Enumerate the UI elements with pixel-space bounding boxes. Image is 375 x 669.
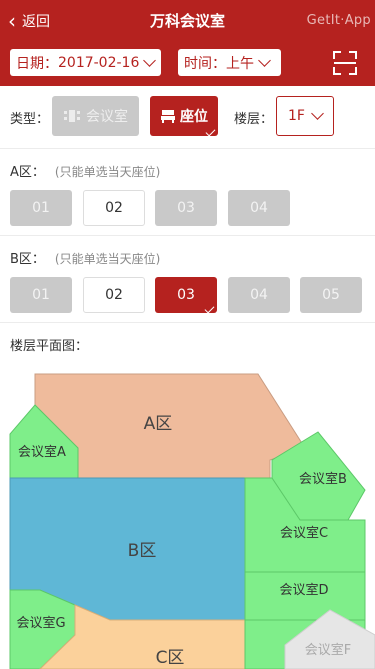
seat-icon — [161, 110, 175, 123]
seat-label: 01 — [32, 287, 50, 303]
zone-b-section: B区： (只能单选当天座位) 01 02 03 04 05 — [0, 236, 375, 322]
check-icon — [205, 126, 216, 137]
watermark-text: GetIt·App — [306, 13, 371, 28]
seat-label: 01 — [32, 200, 50, 216]
seat-b-03[interactable]: 03 — [155, 277, 217, 314]
area-room-a-label: 会议室A — [18, 444, 66, 460]
seat-label: 03 — [177, 287, 195, 303]
area-room-d-label: 会议室D — [279, 582, 328, 598]
area-room-b-label: 会议室B — [299, 471, 347, 487]
floor-label: 楼层： — [234, 112, 274, 127]
divider — [0, 322, 375, 323]
type-option-seat[interactable]: 座位 — [150, 96, 218, 137]
floor-plan-title: 楼层平面图： — [10, 339, 89, 354]
filter-bar: 日期： 2017-02-16 时间： 上午 — [0, 42, 375, 86]
conference-icon — [64, 110, 80, 122]
area-a-zone-label: A区 — [144, 414, 173, 434]
seat-a-04: 04 — [228, 190, 290, 226]
type-option-conference-label: 会议室 — [86, 109, 128, 125]
seat-b-02[interactable]: 02 — [83, 277, 145, 313]
zone-a-hint: (只能单选当天座位) — [54, 165, 161, 179]
zone-b-name: B区： — [10, 252, 45, 267]
seat-label: 04 — [250, 200, 268, 216]
check-icon — [204, 303, 215, 314]
seat-a-03: 03 — [155, 190, 217, 226]
area-c-zone-label: C区 — [156, 648, 185, 668]
seat-a-01: 01 — [10, 190, 72, 226]
date-label: 日期： — [16, 55, 58, 72]
chevron-down-icon — [143, 53, 157, 67]
area-room-f-label: 会议室F — [305, 642, 351, 658]
floor-plan-map: A区 会议室A 会议室B B区 会议室C 会议室D 会议室G C区 会议室F — [9, 373, 375, 669]
floor-value: 1F — [288, 108, 305, 124]
seat-label: 02 — [105, 200, 123, 216]
seat-b-01: 01 — [10, 277, 72, 313]
seat-label: 04 — [250, 287, 268, 303]
time-label: 时间： — [184, 55, 226, 72]
zone-b-hint: (只能单选当天座位) — [54, 252, 161, 266]
area-room-g-label: 会议室G — [16, 615, 65, 631]
scan-icon[interactable] — [333, 51, 357, 75]
seat-label: 05 — [322, 287, 340, 303]
zone-b-header: B区： (只能单选当天座位) — [10, 248, 160, 267]
date-picker[interactable]: 日期： 2017-02-16 — [10, 49, 161, 76]
seat-label: 02 — [105, 287, 123, 303]
seat-b-05: 05 — [300, 277, 362, 313]
time-picker[interactable]: 时间： 上午 — [178, 49, 281, 76]
type-option-seat-label: 座位 — [180, 109, 208, 125]
area-room-c-label: 会议室C — [280, 525, 328, 541]
type-row: 类型： 会议室 座位 楼层： 1F — [0, 86, 375, 148]
area-b-zone-label: B区 — [128, 541, 157, 561]
header-bar: ‹ 返回 万科会议室 GetIt·App — [0, 0, 375, 42]
date-value: 2017-02-16 — [58, 54, 140, 71]
type-option-conference[interactable]: 会议室 — [52, 96, 139, 136]
seat-b-04: 04 — [228, 277, 290, 313]
seat-a-02[interactable]: 02 — [83, 190, 145, 226]
chevron-down-icon — [258, 53, 271, 67]
seat-label: 03 — [177, 200, 195, 216]
floor-select[interactable]: 1F — [276, 96, 334, 136]
chevron-down-icon — [311, 107, 324, 120]
zone-a-header: A区： (只能单选当天座位) — [10, 161, 160, 180]
zone-a-section: A区： (只能单选当天座位) 01 02 03 04 — [0, 149, 375, 235]
zone-a-name: A区： — [10, 165, 45, 180]
time-value: 上午 — [226, 55, 254, 72]
type-label: 类型： — [10, 112, 50, 127]
